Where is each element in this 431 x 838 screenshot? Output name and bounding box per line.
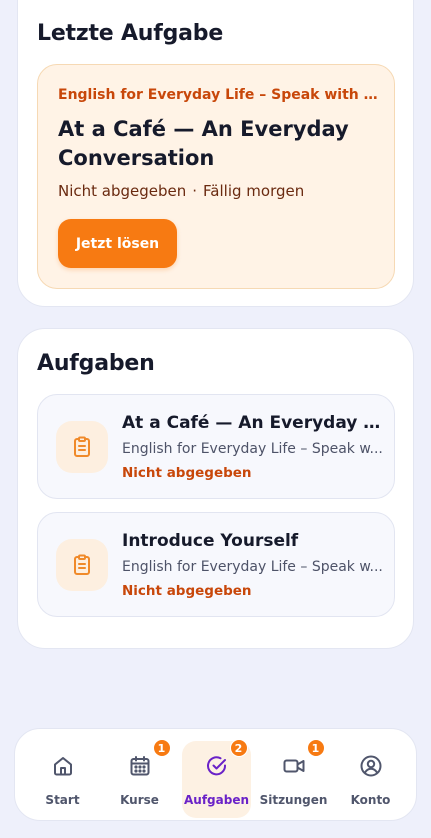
- task-list-item[interactable]: At a Café — An Everyday Co... English fo…: [37, 394, 395, 499]
- latest-assignment-status: Nicht abgegeben: [58, 182, 187, 200]
- task-list-item[interactable]: Introduce Yourself English for Everyday …: [37, 512, 395, 617]
- nav-item-kurse[interactable]: 1 Kurse: [101, 729, 178, 822]
- latest-assignment-heading: Letzte Aufgabe: [37, 21, 224, 46]
- task-title: At a Café — An Everyday Co...: [122, 413, 384, 433]
- bottom-navigation: Start 1 Kurse 2 Aufgaben 1 Sitzungen Kon…: [14, 728, 417, 821]
- nav-item-konto[interactable]: Konto: [332, 729, 409, 822]
- tasks-card: Aufgaben At a Café — An Everyday Co... E…: [17, 328, 414, 649]
- latest-assignment-title: At a Café — An Everyday Conversation: [58, 117, 349, 170]
- check-circle-icon: [206, 756, 226, 776]
- nav-item-sitzungen[interactable]: 1 Sitzungen: [255, 729, 332, 822]
- task-course: English for Everyday Life – Speak w...: [122, 441, 383, 457]
- nav-label-start: Start: [45, 793, 80, 807]
- task-course: English for Everyday Life – Speak w...: [122, 559, 383, 575]
- nav-item-aufgaben[interactable]: 2 Aufgaben: [178, 729, 255, 822]
- solve-now-button[interactable]: Jetzt lösen: [58, 219, 177, 268]
- latest-assignment-panel[interactable]: English for Everyday Life – Speak with C…: [37, 64, 395, 289]
- task-status: Nicht abgegeben: [122, 583, 252, 599]
- clipboard-icon: [56, 539, 108, 591]
- nav-badge-aufgaben: 2: [229, 739, 248, 757]
- clipboard-icon: [56, 421, 108, 473]
- nav-badge-sitzungen: 1: [306, 739, 325, 757]
- nav-label-konto: Konto: [350, 793, 391, 807]
- status-separator: ·: [192, 182, 198, 200]
- tasks-heading: Aufgaben: [37, 351, 155, 376]
- latest-assignment-status-line: Nicht abgegeben · Fällig morgen: [58, 182, 304, 200]
- nav-badge-kurse: 1: [152, 739, 171, 757]
- calendar-icon: [130, 756, 149, 776]
- latest-assignment-card: Letzte Aufgabe English for Everyday Life…: [17, 0, 414, 307]
- latest-assignment-course: English for Everyday Life – Speak with C…: [58, 87, 380, 103]
- task-title: Introduce Yourself: [122, 531, 299, 551]
- nav-label-sitzungen: Sitzungen: [259, 793, 328, 807]
- latest-assignment-due: Fällig morgen: [203, 182, 305, 200]
- user-circle-icon: [360, 755, 381, 777]
- home-icon: [53, 757, 72, 776]
- task-status: Nicht abgegeben: [122, 465, 252, 481]
- nav-label-aufgaben: Aufgaben: [183, 793, 249, 807]
- nav-label-kurse: Kurse: [120, 793, 159, 807]
- video-icon: [283, 759, 304, 773]
- nav-item-start[interactable]: Start: [24, 729, 101, 822]
